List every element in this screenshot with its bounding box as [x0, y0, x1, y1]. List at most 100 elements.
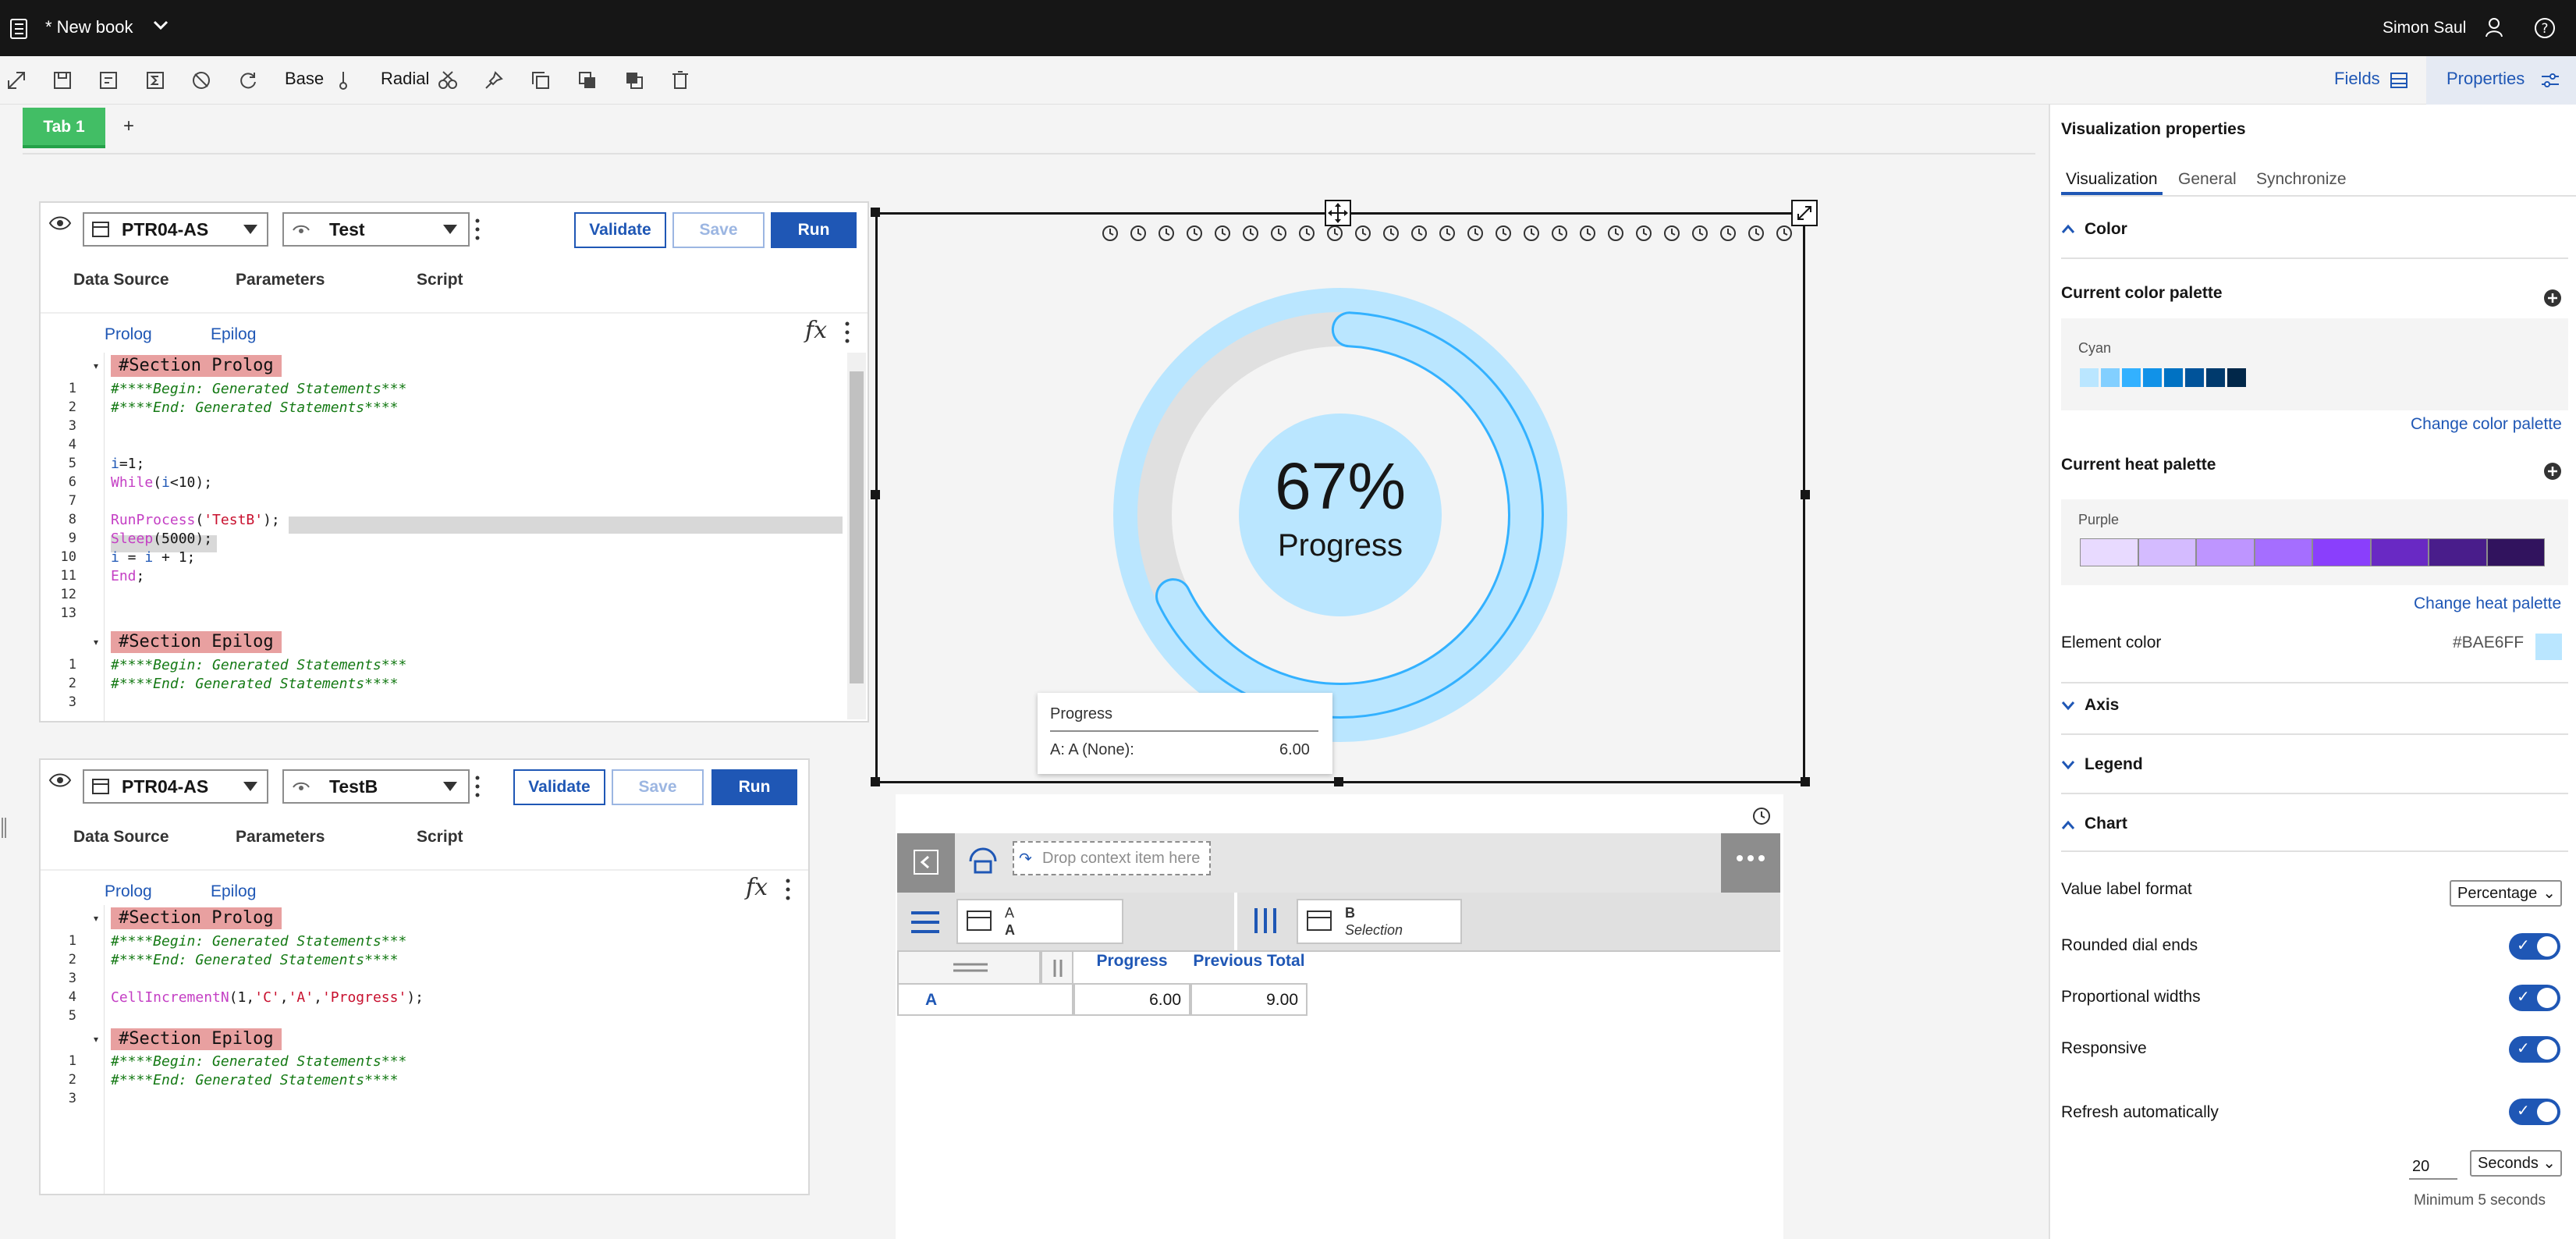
element-color-swatch[interactable] — [2535, 634, 2562, 660]
proportional-widths-toggle[interactable]: ✓ — [2509, 985, 2560, 1011]
sliders-icon[interactable] — [2540, 70, 2560, 91]
scrollbar-track[interactable] — [847, 353, 866, 719]
drop-context-zone[interactable]: ↷ Drop context item here — [1013, 841, 1211, 875]
more-horizontal-icon[interactable] — [1721, 833, 1780, 893]
process-dropdown[interactable]: TestB — [282, 769, 470, 804]
tab-parameters[interactable]: Parameters — [236, 828, 325, 847]
change-color-palette-link[interactable]: Change color palette — [2411, 415, 2562, 434]
sigma-icon[interactable] — [145, 70, 165, 91]
tab-data-source[interactable]: Data Source — [73, 828, 169, 847]
copy-icon[interactable] — [530, 70, 551, 91]
collapse-epilog-icon[interactable]: ▾ — [94, 637, 98, 648]
row-header-a[interactable]: A — [897, 983, 1073, 1016]
collapse-prolog-icon[interactable]: ▾ — [94, 360, 98, 371]
eye-icon[interactable] — [48, 771, 72, 790]
save-icon[interactable] — [52, 70, 73, 91]
bring-front-icon[interactable] — [577, 70, 598, 91]
send-back-icon[interactable] — [624, 70, 644, 91]
run-button[interactable]: Run — [771, 212, 857, 248]
columns-dimension-chip[interactable]: B Selection — [1297, 899, 1462, 944]
more-vertical-icon[interactable] — [843, 320, 852, 345]
tab-synchronize[interactable]: Synchronize — [2256, 170, 2347, 189]
chevron-down-icon[interactable] — [2061, 701, 2075, 712]
resize-handle[interactable] — [1334, 777, 1343, 786]
refresh-automatically-toggle[interactable]: ✓ — [2509, 1099, 2560, 1125]
chart-section-label[interactable]: Chart — [2085, 815, 2127, 833]
validate-button[interactable]: Validate — [513, 769, 605, 805]
pin-icon[interactable] — [335, 70, 351, 91]
color-section-label[interactable]: Color — [2085, 220, 2127, 239]
fields-icon[interactable] — [2389, 70, 2409, 91]
run-button[interactable]: Run — [711, 769, 797, 805]
pause-cell[interactable] — [1041, 950, 1073, 985]
validate-button[interactable]: Validate — [574, 212, 666, 248]
help-icon[interactable]: ? — [2534, 17, 2556, 39]
refresh-unit-select[interactable]: Seconds ⌄ — [2470, 1150, 2562, 1177]
resize-handle[interactable] — [871, 208, 880, 217]
subtab-epilog[interactable]: Epilog — [211, 325, 256, 344]
color-palette-card[interactable] — [2061, 318, 2568, 410]
tab-1[interactable]: Tab 1 — [23, 108, 105, 148]
collapse-epilog-icon[interactable]: ▾ — [94, 1034, 98, 1045]
clock-icon[interactable] — [1752, 807, 1771, 825]
refresh-interval-input[interactable]: 20 — [2409, 1153, 2457, 1180]
hide-icon[interactable] — [191, 70, 211, 91]
move-handle-icon[interactable] — [1325, 200, 1351, 226]
cell-previous-total-a[interactable]: 9.00 — [1190, 983, 1308, 1016]
subtab-prolog[interactable]: Prolog — [105, 325, 152, 344]
chevron-up-icon[interactable] — [2061, 223, 2075, 234]
delete-icon[interactable] — [671, 70, 690, 91]
tab-parameters[interactable]: Parameters — [236, 271, 325, 289]
chevron-up-icon[interactable] — [2061, 819, 2075, 830]
fx-icon[interactable]: fx — [746, 874, 768, 901]
tab-data-source[interactable]: Data Source — [73, 271, 169, 289]
tab-general[interactable]: General — [2178, 170, 2237, 189]
responsive-toggle[interactable]: ✓ — [2509, 1036, 2560, 1063]
process-dropdown[interactable]: Test — [282, 212, 470, 247]
axis-section-label[interactable]: Axis — [2085, 696, 2119, 715]
refresh-icon[interactable] — [238, 70, 258, 91]
save-button[interactable]: Save — [672, 212, 765, 248]
column-header-previous-total[interactable]: Previous Total — [1190, 952, 1308, 971]
maximize-icon[interactable] — [1791, 200, 1818, 226]
resize-handle[interactable] — [1801, 777, 1810, 786]
eye-icon[interactable] — [48, 214, 72, 233]
collapse-panel-icon[interactable] — [897, 833, 955, 893]
tab-script[interactable]: Script — [417, 828, 463, 847]
context-icon[interactable] — [967, 846, 999, 877]
more-vertical-icon[interactable] — [783, 877, 793, 902]
change-heat-palette-link[interactable]: Change heat palette — [2414, 595, 2561, 613]
server-dropdown[interactable]: PTR04-AS — [83, 212, 268, 247]
cell-progress-a[interactable]: 6.00 — [1073, 983, 1190, 1016]
server-dropdown[interactable]: PTR04-AS — [83, 769, 268, 804]
properties-button[interactable]: Properties — [2446, 67, 2525, 91]
save-button[interactable]: Save — [612, 769, 704, 805]
data-icon[interactable] — [98, 70, 119, 91]
chevron-down-icon[interactable] — [2061, 760, 2075, 771]
legend-section-label[interactable]: Legend — [2085, 755, 2143, 774]
book-list-icon[interactable] — [9, 19, 28, 39]
fx-icon[interactable]: fx — [805, 317, 827, 344]
base-label[interactable]: Base — [285, 67, 324, 91]
tab-visualization[interactable]: Visualization — [2066, 170, 2158, 189]
add-heat-icon[interactable] — [2543, 462, 2562, 481]
add-color-icon[interactable] — [2543, 289, 2562, 307]
rows-dimension-chip[interactable]: A A — [956, 899, 1123, 944]
add-tab-button[interactable]: + — [123, 115, 134, 137]
chevron-down-icon[interactable] — [153, 20, 169, 31]
subtab-prolog[interactable]: Prolog — [105, 882, 152, 901]
visualization-type-icon[interactable] — [437, 70, 459, 91]
resize-handle[interactable] — [871, 777, 880, 786]
tab-script[interactable]: Script — [417, 271, 463, 289]
pushpin-icon[interactable] — [484, 70, 504, 91]
side-handle[interactable] — [0, 816, 8, 840]
more-vertical-icon[interactable] — [473, 774, 482, 799]
collapse-prolog-icon[interactable]: ▾ — [94, 913, 98, 924]
more-vertical-icon[interactable] — [473, 217, 482, 242]
user-icon[interactable] — [2486, 17, 2503, 37]
radial-label[interactable]: Radial — [381, 67, 429, 91]
expand-icon[interactable] — [6, 70, 27, 91]
fields-button[interactable]: Fields — [2334, 67, 2380, 91]
rounded-dial-ends-toggle[interactable]: ✓ — [2509, 933, 2560, 960]
value-label-format-select[interactable]: Percentage ⌄ — [2450, 880, 2562, 907]
